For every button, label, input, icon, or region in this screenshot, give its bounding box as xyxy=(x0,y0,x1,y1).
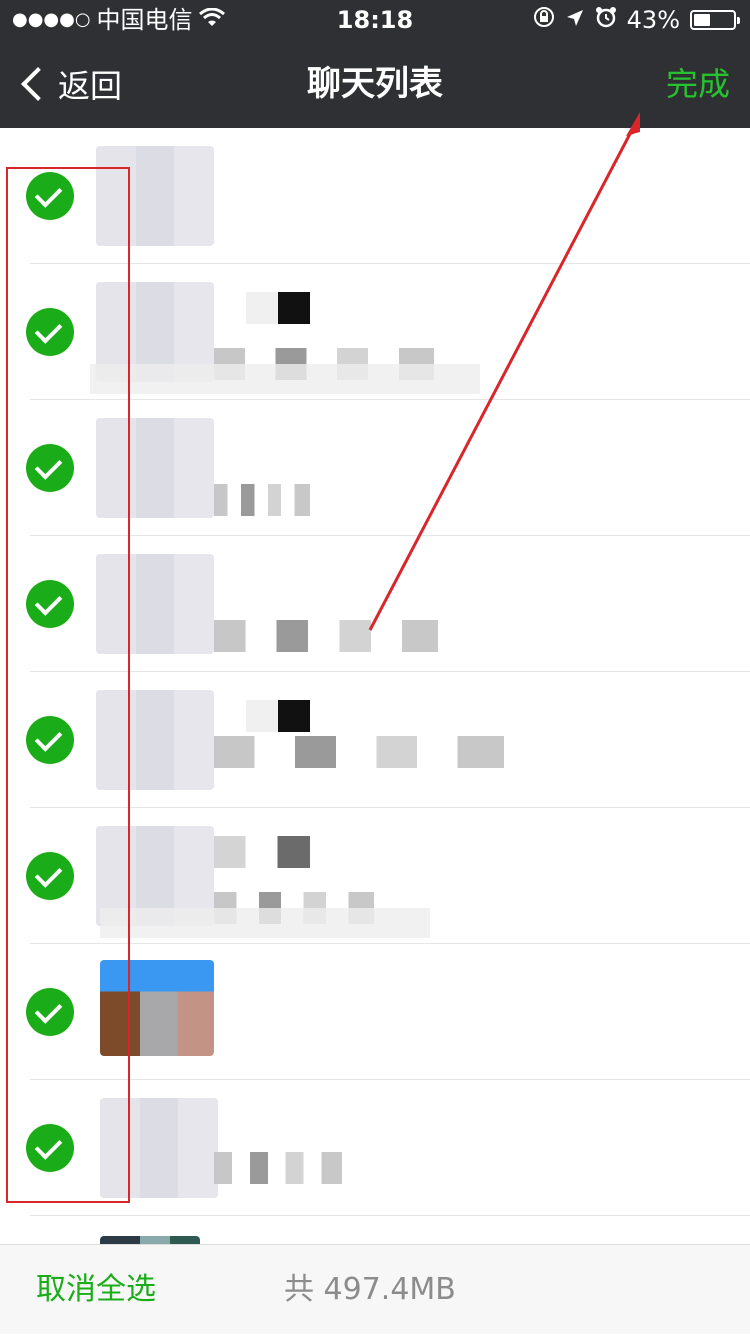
battery-percent: 43% xyxy=(626,6,680,34)
chat-preview-blurred xyxy=(214,620,438,652)
location-arrow-icon xyxy=(565,0,585,40)
rotation-lock-icon xyxy=(533,0,555,40)
chat-title-blurred xyxy=(246,292,310,324)
chat-title-blurred xyxy=(214,836,310,868)
chat-preview-blurred xyxy=(214,736,504,768)
done-button[interactable]: 完成 xyxy=(666,40,730,128)
deselect-all-button[interactable]: 取消全选 xyxy=(36,1245,156,1335)
blur-mask xyxy=(100,908,430,938)
blur-mask xyxy=(90,364,480,394)
chat-preview-blurred xyxy=(214,484,310,516)
page-title: 聊天列表 xyxy=(307,64,443,104)
chat-preview-blurred xyxy=(214,1152,342,1184)
status-bar: ●●●●○ 中国电信 18:18 43% xyxy=(0,0,750,40)
bottom-toolbar: 取消全选 共 497.4MB xyxy=(0,1244,750,1334)
list-item[interactable] xyxy=(0,1216,750,1244)
annotation-highlight-box xyxy=(6,167,130,1203)
battery-icon xyxy=(690,10,740,30)
status-right: 43% xyxy=(533,0,740,40)
nav-bar: 返回 聊天列表 完成 xyxy=(0,40,750,128)
chat-title-blurred xyxy=(246,700,310,732)
alarm-icon xyxy=(595,0,617,40)
total-size-label: 共 497.4MB xyxy=(284,1272,456,1307)
avatar xyxy=(100,1236,200,1244)
